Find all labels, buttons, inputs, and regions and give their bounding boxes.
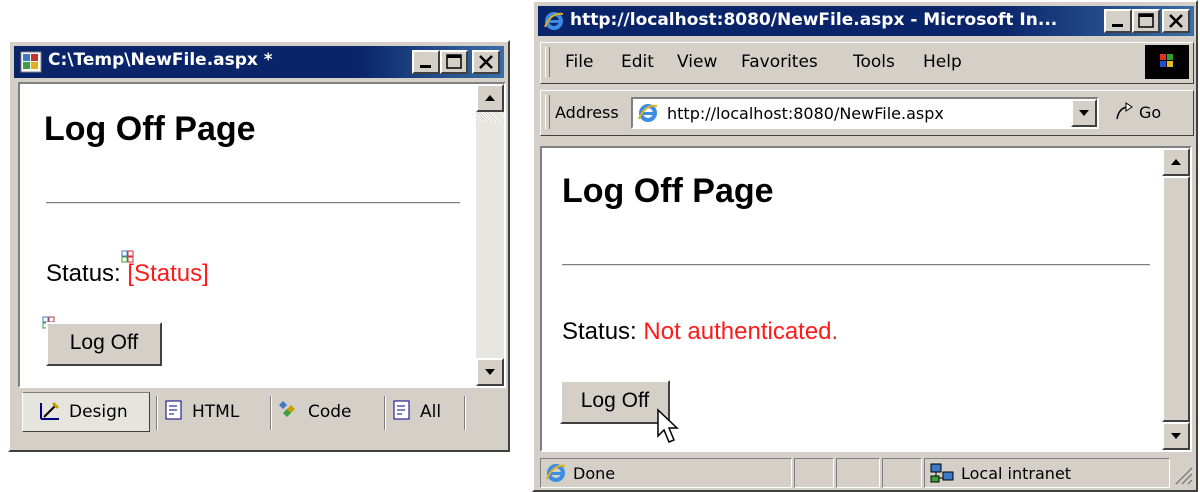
status-value: Not authenticated. bbox=[643, 318, 839, 345]
page-heading: Log Off Page bbox=[562, 172, 774, 210]
address-label: Address bbox=[555, 103, 619, 122]
arrow-up-icon bbox=[485, 95, 495, 101]
close-icon bbox=[1169, 14, 1183, 28]
arrow-up-icon bbox=[1171, 159, 1181, 165]
designer-window: C:\Temp\NewFile.aspx * Log Off Page Stat… bbox=[8, 40, 510, 452]
go-button[interactable]: Go bbox=[1113, 97, 1185, 127]
minimize-button[interactable] bbox=[1104, 9, 1132, 33]
log-off-button[interactable]: Log Off bbox=[560, 380, 670, 424]
page-done-icon bbox=[546, 464, 566, 482]
status-row: Status: Not authenticated. bbox=[562, 318, 838, 346]
tab-code-label: Code bbox=[308, 402, 352, 422]
horizontal-rule bbox=[46, 202, 460, 204]
status-pane bbox=[794, 458, 834, 488]
scroll-up-button[interactable] bbox=[476, 84, 504, 112]
status-text: Done bbox=[573, 463, 616, 483]
menu-tools[interactable]: Tools bbox=[853, 52, 895, 72]
tab-html-label: HTML bbox=[192, 402, 240, 422]
status-pane bbox=[836, 458, 880, 488]
status-zone-pane: Local intranet bbox=[924, 458, 1170, 488]
tab-separator bbox=[270, 396, 272, 430]
scroll-thumb[interactable] bbox=[1162, 176, 1190, 422]
vertical-scrollbar[interactable] bbox=[1162, 148, 1190, 450]
scroll-up-button[interactable] bbox=[1162, 148, 1190, 176]
browser-title: http://localhost:8080/NewFile.aspx - Mic… bbox=[570, 10, 1058, 30]
menu-view[interactable]: View bbox=[677, 52, 717, 72]
tab-all[interactable]: All bbox=[392, 392, 462, 432]
arrow-down-icon bbox=[1171, 433, 1181, 439]
maximize-icon bbox=[1138, 13, 1154, 28]
close-button[interactable] bbox=[1162, 9, 1190, 33]
resize-grip-icon[interactable] bbox=[1172, 464, 1194, 486]
ie-logo-icon bbox=[544, 12, 564, 30]
toolbar-grip[interactable] bbox=[545, 95, 550, 129]
chevron-down-icon bbox=[1079, 110, 1089, 116]
status-row: Status: [Status] bbox=[46, 250, 209, 288]
server-control-glyph-icon bbox=[121, 250, 134, 263]
log-off-button[interactable]: Log Off bbox=[46, 322, 162, 366]
tab-design-label: Design bbox=[69, 402, 128, 422]
tab-html[interactable]: HTML bbox=[164, 392, 264, 432]
all-icon bbox=[392, 399, 412, 426]
page-icon bbox=[638, 104, 658, 122]
scroll-track[interactable] bbox=[476, 112, 504, 122]
scroll-down-button[interactable] bbox=[1162, 422, 1190, 450]
vertical-scrollbar[interactable] bbox=[476, 84, 504, 386]
status-label: Status: bbox=[46, 260, 121, 287]
tab-separator bbox=[464, 396, 466, 430]
mouse-pointer-icon bbox=[657, 408, 679, 443]
browser-window: http://localhost:8080/NewFile.aspx - Mic… bbox=[532, 0, 1198, 492]
close-button[interactable] bbox=[472, 50, 500, 74]
minimize-button[interactable] bbox=[412, 50, 440, 74]
tab-separator bbox=[384, 396, 386, 430]
toolbar-grip[interactable] bbox=[545, 47, 550, 77]
tab-all-label: All bbox=[420, 402, 442, 422]
menu-bar: File Edit View Favorites Tools Help bbox=[540, 42, 1194, 84]
go-label: Go bbox=[1139, 102, 1162, 122]
view-tabs: Design HTML Code All bbox=[18, 388, 506, 438]
tab-code[interactable]: Code bbox=[276, 392, 380, 432]
minimize-icon bbox=[1112, 24, 1123, 27]
tab-separator bbox=[156, 396, 158, 430]
local-intranet-icon bbox=[930, 463, 954, 483]
menu-edit[interactable]: Edit bbox=[621, 52, 654, 72]
close-icon bbox=[479, 55, 493, 69]
maximize-icon bbox=[446, 54, 462, 69]
aspx-file-icon bbox=[20, 51, 42, 73]
tab-design[interactable]: Design bbox=[22, 392, 150, 432]
maximize-button[interactable] bbox=[1132, 9, 1160, 33]
html-icon bbox=[164, 399, 184, 426]
address-bar: Address http://localhost:8080/NewFile.as… bbox=[540, 90, 1194, 136]
page-heading: Log Off Page bbox=[44, 110, 256, 148]
status-label: Status: bbox=[562, 318, 637, 345]
status-placeholder: [Status] bbox=[127, 260, 209, 287]
designer-title-bar[interactable]: C:\Temp\NewFile.aspx * bbox=[14, 46, 504, 78]
address-dropdown-button[interactable] bbox=[1071, 99, 1097, 127]
menu-file[interactable]: File bbox=[565, 52, 593, 72]
maximize-button[interactable] bbox=[440, 50, 468, 74]
horizontal-rule bbox=[562, 264, 1150, 266]
status-pane-main: Done bbox=[540, 458, 792, 488]
arrow-down-icon bbox=[485, 369, 495, 375]
page-viewport[interactable]: Log Off Page Status: Not authenticated. … bbox=[540, 146, 1192, 452]
menu-favorites[interactable]: Favorites bbox=[741, 52, 818, 72]
status-bar: Done Local intranet bbox=[538, 456, 1196, 490]
browser-title-bar[interactable]: http://localhost:8080/NewFile.aspx - Mic… bbox=[538, 6, 1194, 36]
design-surface[interactable]: Log Off Page Status: [Status] Log Off bbox=[18, 82, 506, 388]
menu-help[interactable]: Help bbox=[923, 52, 962, 72]
scroll-down-button[interactable] bbox=[476, 358, 504, 386]
address-value: http://localhost:8080/NewFile.aspx bbox=[667, 104, 944, 123]
zone-text: Local intranet bbox=[961, 463, 1072, 483]
windows-logo-icon bbox=[1145, 45, 1189, 79]
status-label-control[interactable]: [Status] bbox=[121, 250, 209, 287]
status-pane bbox=[882, 458, 922, 488]
designer-title: C:\Temp\NewFile.aspx * bbox=[48, 50, 273, 70]
minimize-icon bbox=[420, 65, 431, 68]
address-input[interactable]: http://localhost:8080/NewFile.aspx bbox=[631, 97, 1099, 129]
go-arrow-icon bbox=[1116, 102, 1133, 120]
design-icon bbox=[39, 399, 61, 426]
code-icon bbox=[276, 399, 300, 426]
